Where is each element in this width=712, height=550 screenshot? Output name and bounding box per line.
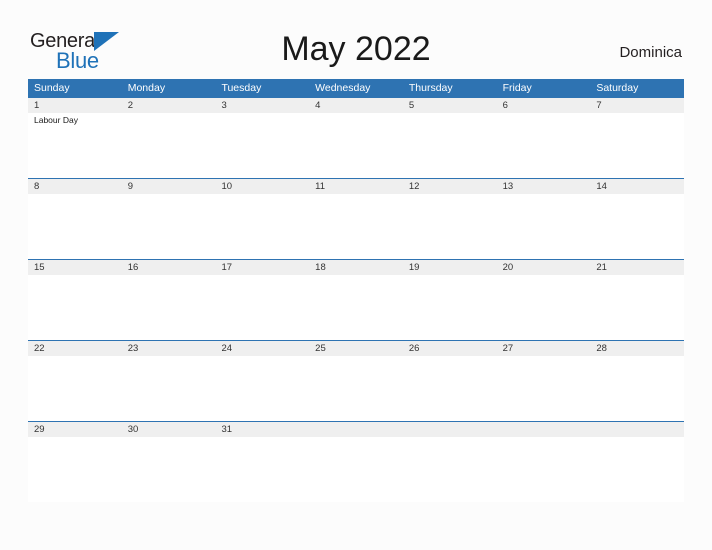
day-cell[interactable]: 16 — [122, 260, 216, 341]
day-cell[interactable]: 21 — [590, 260, 684, 341]
day-cell[interactable]: 31 — [215, 422, 309, 503]
day-number: 13 — [502, 181, 514, 192]
day-number: 25 — [315, 343, 326, 354]
weekday-tuesday: Tuesday — [221, 82, 262, 94]
day-number: 3 — [221, 100, 227, 111]
weekday-monday: Monday — [127, 82, 166, 94]
day-cell[interactable]: 1 Labour Day — [28, 98, 122, 179]
page-title: May 2022 — [281, 30, 431, 68]
day-events: Labour Day — [34, 113, 122, 126]
page-header: General Blue May 2022 Dominica — [0, 0, 712, 79]
week-row: 22 23 24 25 26 27 28 — [28, 340, 684, 421]
day-number: 1 — [34, 100, 40, 111]
day-number: 4 — [315, 100, 321, 111]
day-number: 5 — [408, 100, 415, 111]
weekday-header-row: Sunday Monday Tuesday Wednesday Thursday… — [28, 79, 684, 97]
day-cell[interactable]: 28 — [590, 341, 684, 422]
day-cell-empty — [403, 422, 497, 503]
weekday-saturday: Saturday — [596, 82, 639, 94]
day-number: 26 — [408, 343, 420, 354]
day-cell[interactable]: 5 — [403, 98, 497, 179]
day-cell[interactable]: 12 — [403, 179, 497, 260]
day-number: 15 — [34, 262, 45, 273]
day-number: 10 — [221, 181, 233, 192]
day-cell[interactable]: 15 — [28, 260, 122, 341]
day-cell[interactable]: 22 — [28, 341, 122, 422]
day-cell[interactable]: 29 — [28, 422, 122, 503]
week-row: 15 16 17 18 19 20 21 — [28, 259, 684, 340]
day-cell[interactable]: 26 — [403, 341, 497, 422]
day-cell[interactable]: 9 — [122, 179, 216, 260]
day-cell-empty — [497, 422, 591, 503]
day-number: 2 — [127, 100, 134, 111]
day-cell[interactable]: 18 — [309, 260, 403, 341]
day-number: 16 — [127, 262, 139, 273]
day-cell[interactable]: 11 — [309, 179, 403, 260]
weekday-wednesday: Wednesday — [315, 82, 371, 94]
day-number: 29 — [34, 424, 45, 435]
day-cell[interactable]: 3 — [215, 98, 309, 179]
day-cell[interactable]: 7 — [590, 98, 684, 179]
week-row: 29 30 31 — [28, 421, 684, 502]
day-cell-empty — [590, 422, 684, 503]
holiday-label: Labour Day — [34, 115, 78, 125]
day-number: 23 — [127, 343, 139, 354]
week-row: 8 9 10 11 12 13 14 — [28, 178, 684, 259]
day-number: 28 — [596, 343, 607, 354]
day-cell[interactable]: 25 — [309, 341, 403, 422]
day-cell[interactable]: 23 — [122, 341, 216, 422]
day-number: 17 — [221, 262, 233, 273]
day-number: 22 — [34, 343, 45, 354]
day-cell[interactable]: 2 — [122, 98, 216, 179]
day-cell[interactable]: 4 — [309, 98, 403, 179]
day-number: 8 — [34, 181, 40, 192]
day-cell[interactable]: 8 — [28, 179, 122, 260]
day-number: 9 — [127, 181, 134, 192]
day-cell[interactable]: 6 — [497, 98, 591, 179]
calendar-page: General Blue May 2022 Dominica Sunday Mo… — [0, 0, 712, 550]
day-number: 12 — [408, 181, 420, 192]
day-number: 30 — [127, 424, 139, 435]
week-row: 1 Labour Day 2 3 4 5 6 7 — [28, 97, 684, 178]
calendar-table: Sunday Monday Tuesday Wednesday Thursday… — [28, 79, 684, 502]
day-cell[interactable]: 24 — [215, 341, 309, 422]
day-cell-empty — [309, 422, 403, 503]
day-number: 11 — [315, 181, 326, 192]
weekday-thursday: Thursday — [408, 82, 453, 94]
day-cell[interactable]: 13 — [497, 179, 591, 260]
day-cell[interactable]: 30 — [122, 422, 216, 503]
day-cell[interactable]: 14 — [590, 179, 684, 260]
weekday-sunday: Sunday — [34, 82, 70, 94]
day-number: 7 — [596, 100, 602, 111]
day-number: 19 — [408, 262, 420, 273]
day-number: 14 — [596, 181, 607, 192]
day-cell[interactable]: 17 — [215, 260, 309, 341]
day-number: 27 — [502, 343, 514, 354]
day-number: 31 — [221, 424, 233, 435]
country-label: Dominica — [619, 44, 682, 61]
day-number: 24 — [221, 343, 233, 354]
weekday-friday: Friday — [502, 82, 532, 94]
day-cell[interactable]: 27 — [497, 341, 591, 422]
day-number: 18 — [315, 262, 326, 273]
day-cell[interactable]: 19 — [403, 260, 497, 341]
day-cell[interactable]: 10 — [215, 179, 309, 260]
day-number: 6 — [502, 100, 508, 111]
day-number: 20 — [502, 262, 514, 273]
day-cell[interactable]: 20 — [497, 260, 591, 341]
day-number: 21 — [596, 262, 607, 273]
